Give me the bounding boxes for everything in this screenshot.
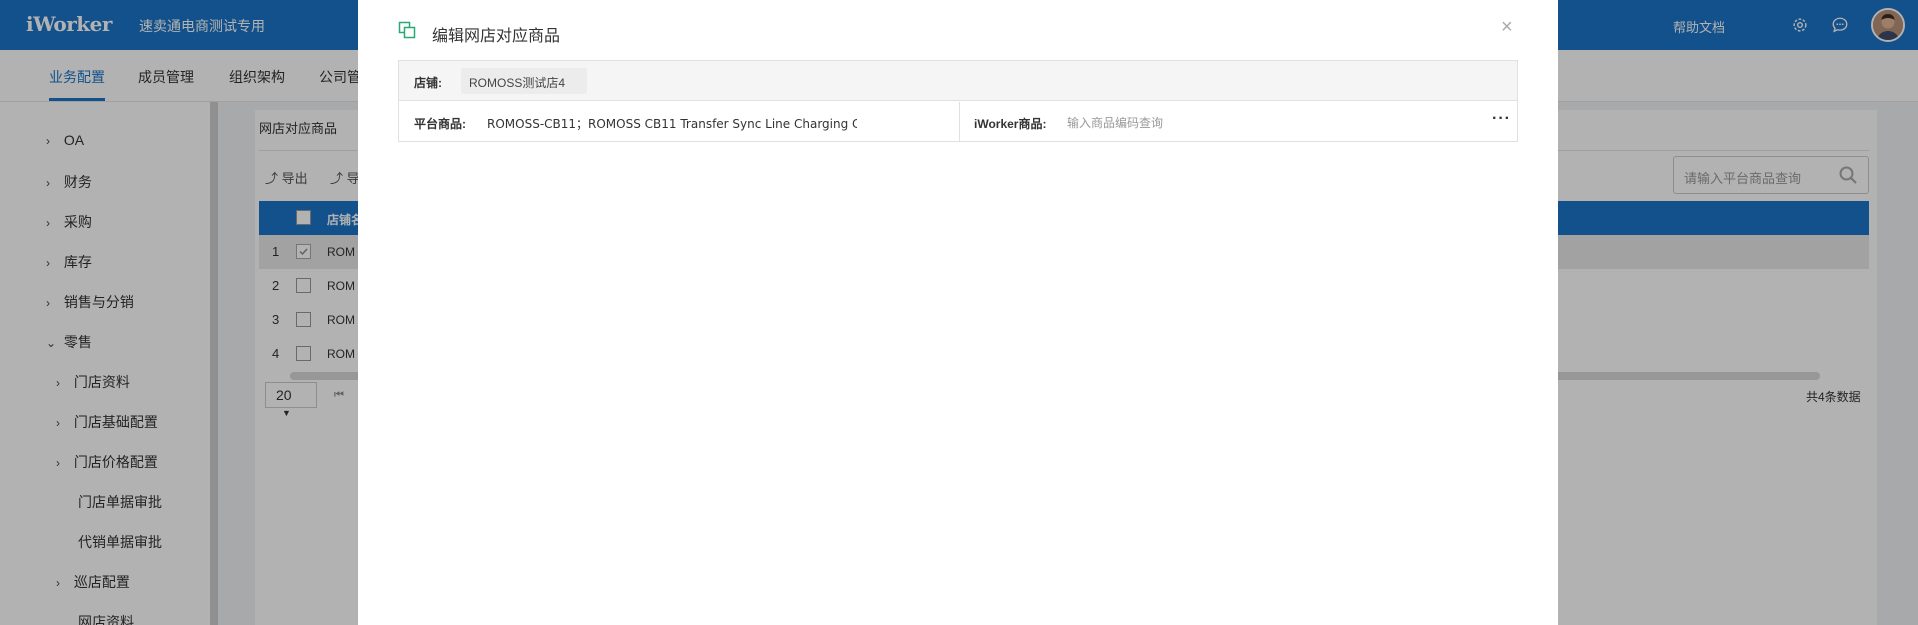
- copy-icon: [398, 21, 416, 39]
- iworker-product-input[interactable]: 输入商品编码查询: [1067, 114, 1163, 131]
- more-options-icon[interactable]: ···: [1492, 110, 1511, 128]
- iworker-product-label: iWorker商品:: [974, 117, 1047, 131]
- platform-product-label: 平台商品:: [414, 117, 466, 131]
- mapping-form: 店铺: ROMOSS测试店4 平台商品: ROMOSS-CB11；ROMOSS …: [398, 60, 1518, 142]
- shop-row: 店铺: ROMOSS测试店4: [399, 61, 1517, 101]
- dialog-title: 编辑网店对应商品: [432, 28, 561, 45]
- column-divider: [959, 102, 960, 142]
- close-icon[interactable]: ×: [1501, 16, 1513, 39]
- edit-product-mapping-dialog: 编辑网店对应商品 × 店铺: ROMOSS测试店4 平台商品: ROMOSS-C…: [358, 0, 1558, 625]
- platform-product-value: ROMOSS-CB11；ROMOSS CB11 Transfer Sync Li…: [487, 117, 857, 131]
- shop-label: 店铺:: [414, 76, 442, 90]
- shop-field: ROMOSS测试店4: [461, 68, 587, 94]
